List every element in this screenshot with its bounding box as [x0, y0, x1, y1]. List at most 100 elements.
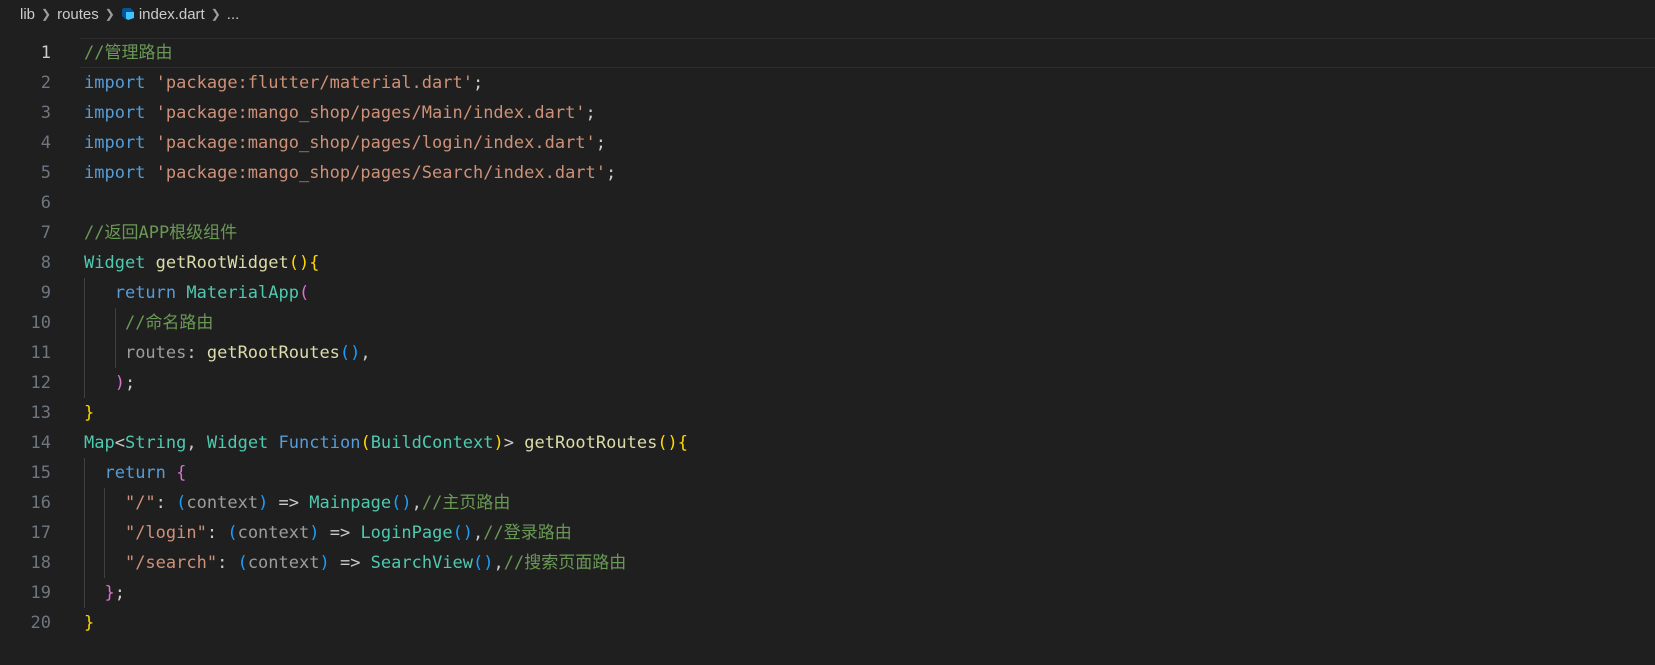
code-token-brace3: (	[227, 523, 238, 543]
line-number: 16	[30, 493, 51, 513]
code-token-func: getRootRoutes	[524, 433, 658, 453]
code-token-type: SearchView	[370, 553, 474, 573]
line-number: 19	[30, 583, 51, 603]
code-token-string: "/search"	[124, 553, 218, 573]
breadcrumb-item-file[interactable]: index.dart	[139, 6, 205, 23]
code-token-plain: ;	[124, 373, 136, 393]
code-line[interactable]: }	[84, 398, 94, 428]
code-token-plain: ,	[186, 433, 207, 453]
code-token-type: Widget	[206, 433, 269, 453]
code-token-keyword: Function	[278, 433, 361, 453]
code-line[interactable]: "/search": (context) => SearchView(),//搜…	[84, 548, 626, 578]
code-token-brace1: )	[493, 433, 504, 453]
breadcrumb: lib ❯ routes ❯ index.dart ❯ ...	[20, 0, 239, 28]
code-line[interactable]: import 'package:mango_shop/pages/Main/in…	[84, 98, 596, 128]
code-token-string: "/"	[124, 493, 156, 513]
code-token-comment: //搜索页面路由	[503, 553, 627, 573]
code-token-type: LoginPage	[360, 523, 453, 543]
breadcrumb-item-routes[interactable]: routes	[57, 6, 99, 23]
code-token-brace1: }	[84, 403, 95, 423]
code-line[interactable]: Map<String, Widget Function(BuildContext…	[84, 428, 688, 458]
line-number: 14	[30, 433, 51, 453]
code-token-brace3: ()	[473, 553, 494, 573]
code-token-comment: //主页路由	[421, 493, 511, 513]
line-number: 8	[40, 253, 51, 273]
code-token-brace3: ()	[452, 523, 474, 543]
code-token-brace2: )	[114, 373, 125, 393]
code-token-keyword: import	[84, 163, 146, 183]
code-token-comment: //命名路由	[124, 313, 214, 333]
code-token-keyword: import	[84, 73, 146, 93]
code-token-brace3: (	[237, 553, 248, 573]
line-number: 7	[40, 223, 51, 243]
line-number: 10	[30, 313, 51, 333]
code-token-brace1: }	[84, 613, 95, 633]
line-number: 12	[30, 373, 51, 393]
code-token-plain: >	[503, 433, 525, 453]
code-token-param: context	[186, 493, 259, 513]
code-line[interactable]: import 'package:mango_shop/pages/Search/…	[84, 158, 616, 188]
line-number: 15	[30, 463, 51, 483]
breadcrumb-item-more[interactable]: ...	[227, 6, 240, 23]
code-token-comment: //返回APP根级组件	[84, 223, 238, 243]
code-line[interactable]: routes: getRootRoutes(),	[84, 338, 371, 368]
code-token-param: routes	[124, 343, 187, 363]
code-line[interactable]: import 'package:flutter/material.dart';	[84, 68, 483, 98]
code-token-brace1: (){	[288, 253, 320, 273]
code-token-plain: =>	[319, 523, 361, 543]
line-number: 9	[40, 283, 51, 303]
code-line[interactable]: "/login": (context) => LoginPage(),//登录路…	[84, 518, 572, 548]
line-number: 5	[40, 163, 51, 183]
code-token-type: Map	[84, 433, 115, 453]
line-number: 13	[30, 403, 51, 423]
chevron-right-icon: ❯	[104, 7, 115, 21]
code-token-plain: ;	[472, 73, 484, 93]
line-number: 18	[30, 553, 51, 573]
code-line[interactable]: return MaterialApp(	[84, 278, 310, 308]
code-line[interactable]: //返回APP根级组件	[84, 218, 237, 248]
code-line[interactable]: );	[84, 368, 136, 398]
code-token-brace3: ()	[391, 493, 412, 513]
code-line[interactable]: };	[84, 578, 125, 608]
line-number: 1	[40, 43, 51, 63]
code-line[interactable]: }	[84, 608, 94, 638]
code-token-plain: =>	[268, 493, 310, 513]
code-line[interactable]: Widget getRootWidget(){	[84, 248, 319, 278]
code-token-type: MaterialApp	[186, 283, 299, 303]
code-token-func: getRootRoutes	[206, 343, 340, 363]
code-token-plain: =>	[329, 553, 371, 573]
breadcrumb-item-lib[interactable]: lib	[20, 6, 35, 23]
line-number: 6	[40, 193, 51, 213]
code-token-plain: :	[155, 493, 177, 513]
code-line[interactable]: //管理路由	[84, 38, 172, 68]
code-line[interactable]: //命名路由	[84, 308, 213, 338]
code-editor[interactable]: 1 //管理路由 2 import 'package:flutter/material…	[0, 38, 1655, 665]
code-line[interactable]: return {	[84, 458, 186, 488]
line-number: 2	[40, 73, 51, 93]
code-token-plain: ,	[493, 553, 504, 573]
code-token-type: BuildContext	[370, 433, 494, 453]
code-token-plain: :	[206, 523, 228, 543]
code-token-plain: ;	[606, 163, 617, 183]
code-token-string: 'package:mango_shop/pages/Search/index.d…	[155, 163, 607, 183]
code-token-brace2: }	[104, 583, 115, 603]
code-token-brace3: )	[258, 493, 269, 513]
code-token-type: Widget	[84, 253, 146, 273]
code-token-brace3: )	[319, 553, 330, 573]
code-token-string: 'package:mango_shop/pages/Main/index.dar…	[155, 103, 586, 123]
code-token-param: context	[237, 523, 310, 543]
code-token-plain: ;	[595, 133, 607, 153]
code-line[interactable]: "/": (context) => Mainpage(),//主页路由	[84, 488, 510, 518]
code-token-string: 'package:flutter/material.dart'	[155, 73, 473, 93]
code-line[interactable]: import 'package:mango_shop/pages/login/i…	[84, 128, 606, 158]
chevron-right-icon: ❯	[41, 7, 52, 21]
